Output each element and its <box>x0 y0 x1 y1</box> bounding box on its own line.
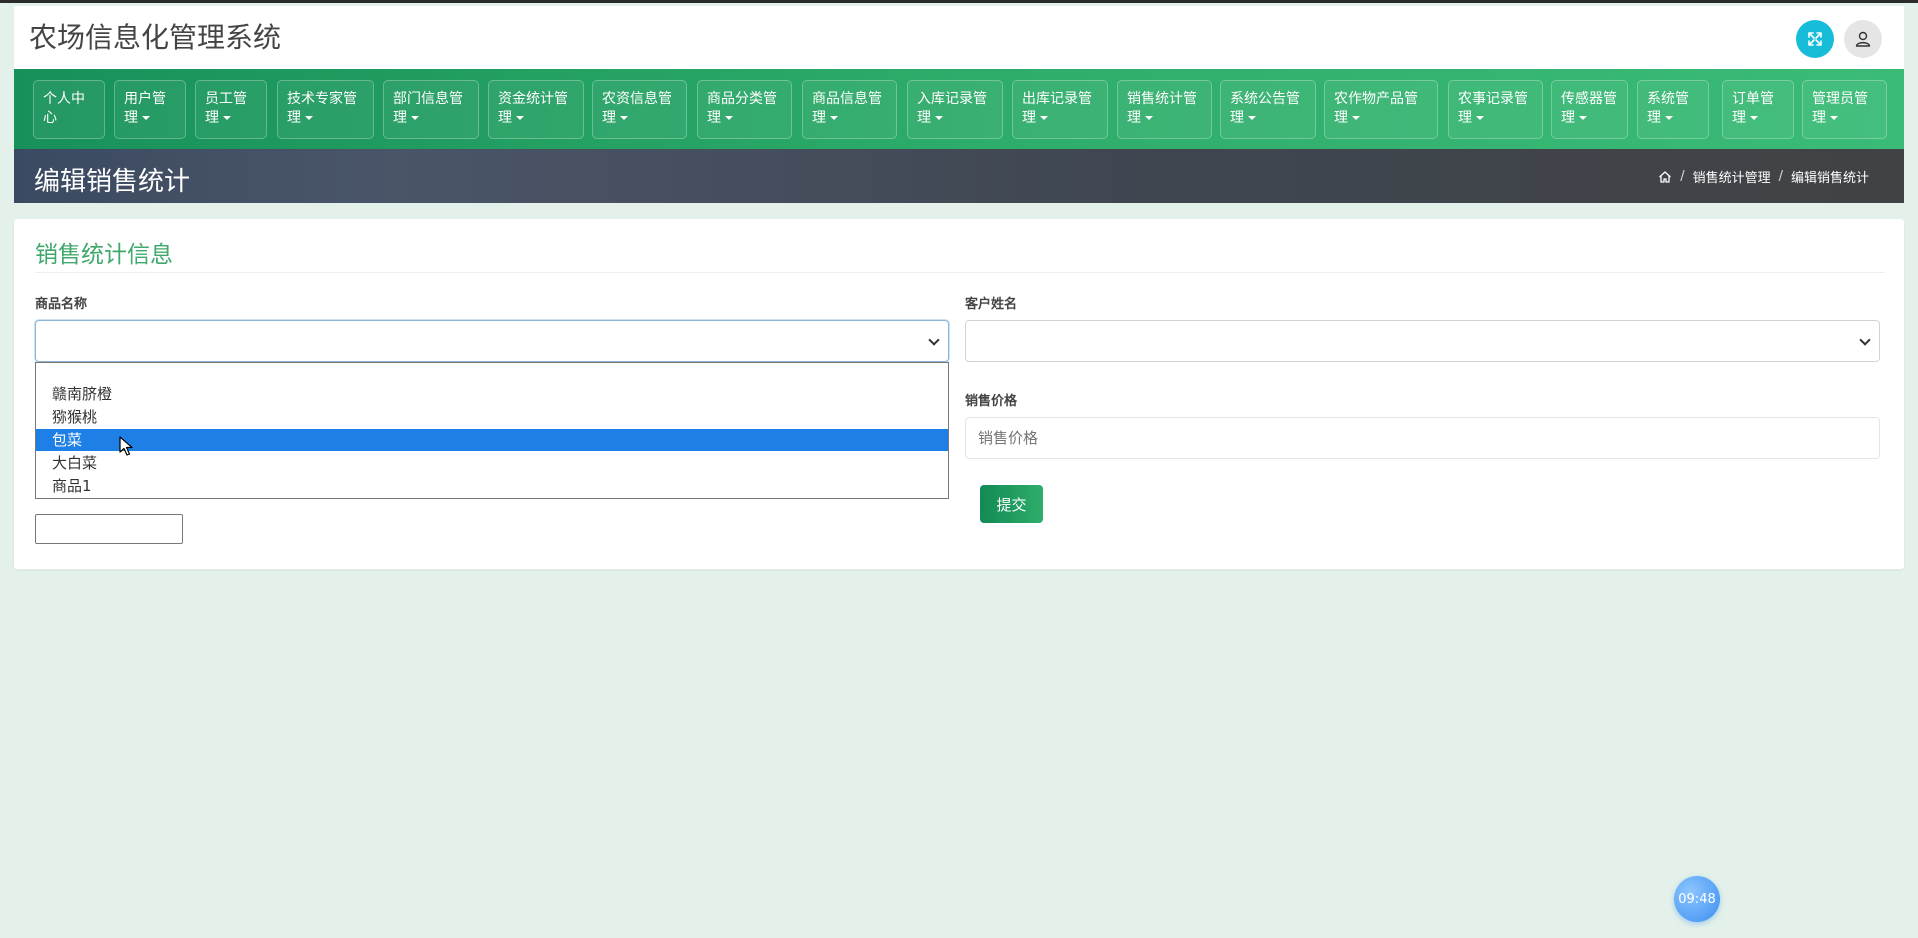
caret-down-icon <box>935 116 943 120</box>
nav-item-label: 管理员管理 <box>1812 91 1868 126</box>
sale-price-input[interactable] <box>965 417 1880 459</box>
user-avatar-button[interactable] <box>1844 20 1882 58</box>
breadcrumb-separator: / <box>1680 169 1685 184</box>
chevron-down-icon <box>1859 334 1871 346</box>
expand-arrows-icon <box>1808 32 1822 46</box>
nav-item-11[interactable]: 销售统计管理 <box>1117 80 1212 139</box>
nav-item-label: 农事记录管理 <box>1458 91 1528 126</box>
caret-down-icon <box>1579 116 1587 120</box>
user-icon <box>1855 31 1871 47</box>
nav-item-label: 部门信息管理 <box>393 91 463 126</box>
nav-item-label: 系统公告管理 <box>1230 91 1300 126</box>
clock-bubble[interactable]: 09:48 <box>1674 876 1720 922</box>
customer-name-label: 客户姓名 <box>965 297 1018 312</box>
nav-item-10[interactable]: 出库记录管理 <box>1012 80 1108 139</box>
nav-item-label: 个人中心 <box>43 91 85 126</box>
caret-down-icon <box>725 116 733 120</box>
caret-down-icon <box>223 116 231 120</box>
nav-item-0[interactable]: 个人中心 <box>33 80 105 139</box>
chevron-down-icon <box>928 334 940 346</box>
nav-item-label: 资金统计管理 <box>498 91 568 126</box>
nav-item-2[interactable]: 员工管理 <box>195 80 267 139</box>
nav-item-13[interactable]: 农作物产品管理 <box>1324 80 1438 139</box>
caret-down-icon <box>830 116 838 120</box>
product-name-dropdown-list: 赣南脐橙 猕猴桃 包菜 大白菜 商品1 <box>35 362 949 499</box>
nav-item-7[interactable]: 商品分类管理 <box>697 80 792 139</box>
breadcrumb-item-current: 编辑销售统计 <box>1790 171 1869 186</box>
dropdown-option[interactable]: 包菜 <box>36 429 948 451</box>
dropdown-option[interactable] <box>36 363 948 385</box>
nav-item-label: 系统管理 <box>1647 91 1689 126</box>
customer-name-select[interactable] <box>965 320 1880 362</box>
nav-item-label: 商品分类管理 <box>707 91 777 126</box>
nav-item-label: 用户管理 <box>124 91 166 126</box>
dropdown-option[interactable]: 猕猴桃 <box>36 406 948 428</box>
nav-item-label: 销售统计管理 <box>1127 91 1197 126</box>
nav-item-label: 技术专家管理 <box>287 91 357 126</box>
card-title: 销售统计信息 <box>35 242 173 268</box>
nav-item-label: 传感器管理 <box>1561 91 1617 126</box>
fullscreen-button[interactable] <box>1796 20 1834 58</box>
nav-item-12[interactable]: 系统公告管理 <box>1220 80 1316 139</box>
main-nav: 个人中心 用户管理 员工管理 技术专家管理 部门信息管理 资金统计管理 农资信息管理 商品分类… <box>14 69 1904 149</box>
nav-item-label: 农作物产品管理 <box>1334 91 1418 126</box>
product-name-select[interactable] <box>35 320 949 362</box>
nav-item-16[interactable]: 系统管理 <box>1637 80 1709 139</box>
nav-item-6[interactable]: 农资信息管理 <box>592 80 687 139</box>
breadcrumb: / 销售统计管理 / 编辑销售统计 <box>1658 167 1869 186</box>
nav-item-8[interactable]: 商品信息管理 <box>802 80 897 139</box>
date-input[interactable] <box>35 514 183 544</box>
caret-down-icon <box>1352 116 1360 120</box>
nav-item-label: 出库记录管理 <box>1022 91 1092 126</box>
caret-down-icon <box>411 116 419 120</box>
nav-item-14[interactable]: 农事记录管理 <box>1448 80 1543 139</box>
caret-down-icon <box>1665 116 1673 120</box>
nav-item-3[interactable]: 技术专家管理 <box>277 80 374 139</box>
caret-down-icon <box>1830 116 1838 120</box>
nav-item-17[interactable]: 订单管理 <box>1722 80 1794 139</box>
caret-down-icon <box>516 116 524 120</box>
nav-item-label: 员工管理 <box>205 91 247 126</box>
breadcrumb-item-sales-stats[interactable]: 销售统计管理 <box>1693 167 1771 186</box>
nav-item-label: 入库记录管理 <box>917 91 987 126</box>
page-title: 编辑销售统计 <box>34 167 191 197</box>
nav-item-5[interactable]: 资金统计管理 <box>488 80 584 139</box>
mouse-cursor-icon <box>119 436 133 456</box>
caret-down-icon <box>142 116 150 120</box>
home-icon[interactable] <box>1658 170 1672 184</box>
dropdown-option[interactable]: 赣南脐橙 <box>36 383 948 405</box>
nav-item-15[interactable]: 传感器管理 <box>1551 80 1628 139</box>
product-name-label: 商品名称 <box>35 297 88 312</box>
caret-down-icon <box>1248 116 1256 120</box>
nav-item-1[interactable]: 用户管理 <box>114 80 186 139</box>
page-header: 编辑销售统计 / 销售统计管理 / 编辑销售统计 <box>14 149 1904 203</box>
caret-down-icon <box>1040 116 1048 120</box>
caret-down-icon <box>1750 116 1758 120</box>
dropdown-option[interactable]: 大白菜 <box>36 452 948 474</box>
nav-item-label: 商品信息管理 <box>812 91 882 126</box>
window-top-border <box>0 0 1918 3</box>
caret-down-icon <box>1145 116 1153 120</box>
nav-item-label: 订单管理 <box>1732 91 1774 126</box>
nav-item-4[interactable]: 部门信息管理 <box>383 80 479 139</box>
app-header: 农场信息化管理系统 <box>14 6 1904 69</box>
dropdown-option[interactable]: 商品1 <box>36 475 948 497</box>
card-divider <box>35 272 1885 273</box>
app-title: 农场信息化管理系统 <box>29 21 282 54</box>
breadcrumb-separator: / <box>1778 169 1783 184</box>
nav-item-label: 农资信息管理 <box>602 91 672 126</box>
caret-down-icon <box>620 116 628 120</box>
nav-item-9[interactable]: 入库记录管理 <box>907 80 1003 139</box>
caret-down-icon <box>1476 116 1484 120</box>
sale-price-label: 销售价格 <box>965 394 1018 409</box>
nav-item-18[interactable]: 管理员管理 <box>1802 80 1887 139</box>
caret-down-icon <box>305 116 313 120</box>
submit-button[interactable]: 提交 <box>980 485 1043 523</box>
